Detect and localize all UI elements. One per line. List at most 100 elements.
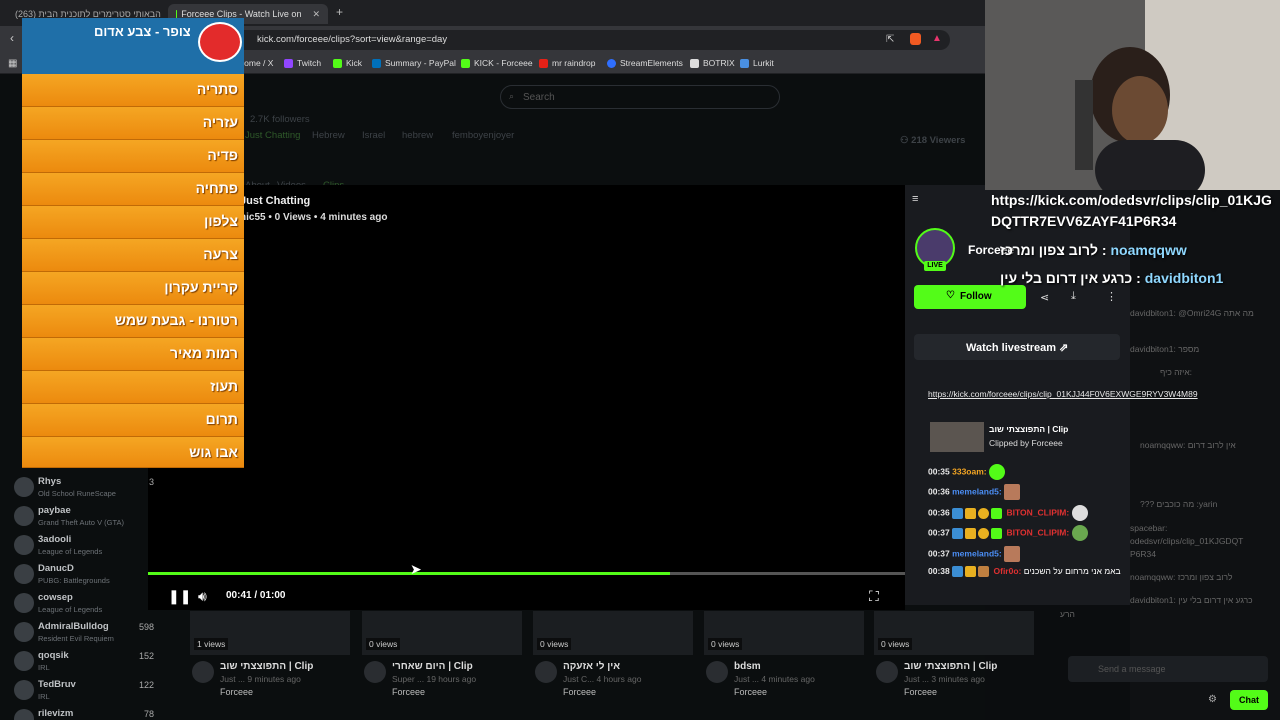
clip-title[interactable]: התפוצצתי שוב | Clip	[220, 661, 313, 672]
clip-card[interactable]: 0 views bdsm Just ... 4 minutes ago Forceee	[704, 611, 869, 701]
share-icon[interactable]: ⋖	[1040, 291, 1049, 304]
streamer-webcam-figure	[1075, 47, 1205, 190]
bookmark[interactable]: Lurkit	[740, 58, 774, 68]
clip-preview-title[interactable]: התפוצצתי שוב | Clip	[989, 424, 1068, 434]
tag[interactable]: Just Chatting	[245, 130, 300, 141]
message-user[interactable]: Ofir0o:	[994, 566, 1022, 576]
channel-game: Old School RuneScape	[38, 489, 116, 498]
overlay-message-text: כרגע אין דרום בלי עין :	[1000, 270, 1141, 286]
tag[interactable]: Israel	[362, 130, 385, 141]
bookmark[interactable]: StreamElements	[607, 58, 683, 68]
chat-message: davidbiton1: מספר	[1130, 344, 1200, 354]
clip-preview-thumbnail[interactable]	[930, 422, 984, 452]
sidebar-channel[interactable]: TedBruv IRL 122	[14, 676, 154, 706]
alert-city-row: צלפון	[22, 206, 244, 239]
rewards-icon[interactable]: ▲	[932, 33, 942, 44]
message-user[interactable]: 333oam:	[952, 466, 987, 476]
botrix-icon	[690, 58, 699, 68]
bookmark-label: Kick	[346, 58, 363, 68]
avatar	[14, 506, 34, 526]
tag[interactable]: femboyenjoyer	[452, 130, 514, 141]
url-input[interactable]: kick.com/forceee/clips?sort=view&range=d…	[232, 30, 950, 50]
kick-icon	[333, 58, 342, 68]
kick-icon	[461, 58, 470, 68]
bookmark[interactable]: BOTRIX	[690, 58, 735, 68]
screen: { "browser": { "tabs": [ {"label": "(263…	[0, 0, 1280, 720]
sidebar-channel[interactable]: AdmiralBulldog Resident Evil Requiem 598	[14, 618, 154, 648]
close-tab-icon[interactable]: ✕	[312, 9, 320, 20]
tag[interactable]: Hebrew	[312, 130, 345, 141]
video-progress-bar[interactable]	[148, 572, 905, 575]
clip-card[interactable]: 0 views התפוצצתי שוב | Clip Just ... 3 min…	[874, 611, 1039, 701]
search-icon: ⌕	[509, 91, 515, 101]
twitch-icon	[284, 58, 293, 68]
sidebar-channel[interactable]: cowsep League of Legends	[14, 589, 154, 619]
clip-author[interactable]: Forceee	[563, 687, 596, 697]
send-message-input[interactable]: Send a message	[1068, 656, 1268, 682]
channel-name: qoqsik	[38, 650, 69, 661]
menu-icon[interactable]: ≡	[912, 193, 918, 205]
sidebar-channel[interactable]: Rhys Old School RuneScape 3	[14, 473, 154, 503]
sidebar-channel[interactable]: DanucD PUBG: Battlegrounds	[14, 560, 154, 590]
share-icon[interactable]: ⇱	[886, 34, 894, 45]
chat-message: davidbiton1: כרגע אין דרום בלי עין	[1130, 595, 1253, 605]
sidebar-channel[interactable]: qoqsik IRL 152	[14, 647, 154, 677]
bookmark[interactable]: Twitch	[284, 58, 321, 68]
clip-title[interactable]: אין לי אזעקה	[563, 661, 620, 672]
clip-card[interactable]: 0 views היום שאחרי | Clip Super ... 19 hou…	[362, 611, 527, 701]
sidebar-channel[interactable]: 3adooli League of Legends	[14, 531, 154, 561]
chat-send-button[interactable]: Chat	[1230, 690, 1268, 710]
channel-game: Grand Theft Auto V (GTA)	[38, 518, 125, 527]
download-icon[interactable]: ⤓	[1071, 290, 1076, 303]
brave-icon[interactable]	[910, 33, 921, 45]
alert-city: רטורנו - גבעת שמש	[114, 312, 238, 328]
more-icon[interactable]: ⋮	[1106, 290, 1117, 303]
back-icon[interactable]: ‹	[10, 31, 14, 45]
channel-game: Resident Evil Requiem	[38, 634, 114, 643]
sidebar-channel[interactable]: rilevizm 78	[14, 705, 154, 720]
search-input[interactable]: ⌕ Search	[500, 85, 780, 109]
volume-icon[interactable]: 🔊︎	[198, 588, 207, 605]
clip-title[interactable]: היום שאחרי | Clip	[392, 661, 473, 672]
chat-message: ??? מה כוכבים :yarin	[1140, 499, 1218, 509]
clip-title[interactable]: התפוצצתי שוב | Clip	[904, 661, 997, 672]
clip-title[interactable]: bdsm	[734, 661, 761, 672]
clip-card[interactable]: 0 views אין לי אזעקה Just C... 4 hours ago…	[533, 611, 698, 701]
overlay-message-text: לרוב צפון ומרכז :	[1000, 242, 1107, 258]
alert-city: קריית עקרון	[164, 279, 238, 295]
alert-city: צרעה	[203, 246, 238, 262]
fullscreen-icon[interactable]: ⛶	[869, 588, 879, 605]
alert-title: צופר - צבע אדום	[94, 24, 191, 39]
bookmark[interactable]: Kick	[333, 58, 362, 68]
message-user[interactable]: BITON_CLIPIM:	[1007, 507, 1070, 517]
apps-icon[interactable]: ▦	[8, 58, 17, 69]
bookmark[interactable]: mr raindrop	[539, 58, 595, 68]
clip-author[interactable]: Forceee	[392, 687, 425, 697]
streamelements-icon	[607, 58, 616, 68]
red-alert-overlay: צופר - צבע אדום סתריה עזריה פדיה פתחיה צ…	[22, 18, 244, 468]
watch-livestream-button[interactable]: Watch livestream ⇗	[914, 334, 1120, 360]
clip-card[interactable]: 1 views התפוצצתי שוב | Clip Just ... 9 min…	[190, 611, 355, 701]
video-player[interactable]	[148, 185, 905, 610]
bookmark-label: StreamElements	[620, 58, 683, 68]
clip-author[interactable]: Forceee	[904, 687, 937, 697]
message-user[interactable]: memeland5:	[952, 486, 1002, 496]
sidebar-channel[interactable]: paybae Grand Theft Auto V (GTA)	[14, 502, 154, 532]
emote-icon	[1071, 525, 1088, 541]
chat-clip-link[interactable]: https://kick.com/forceee/clips/clip_01KJ…	[928, 388, 1198, 401]
pause-icon[interactable]: ❚❚	[168, 588, 191, 605]
follow-button[interactable]: ♡ Follow	[914, 285, 1026, 309]
chat-message: 00:37 memeland5:	[928, 546, 1021, 562]
clip-author[interactable]: Forceee	[734, 687, 767, 697]
bookmark[interactable]: Summary - PayPal	[372, 58, 456, 68]
message-user[interactable]: BITON_CLIPIM:	[1007, 527, 1070, 537]
avatar	[706, 661, 728, 683]
bookmark[interactable]: KICK - Forceee	[461, 58, 533, 68]
message-user[interactable]: memeland5:	[952, 548, 1002, 558]
new-tab-icon[interactable]: +	[336, 5, 343, 19]
clip-views: 0 views	[537, 638, 572, 650]
clip-author[interactable]: Forceee	[220, 687, 253, 697]
tag[interactable]: hebrew	[402, 130, 433, 141]
viewers-text: 218 Viewers	[911, 135, 966, 146]
settings-icon[interactable]: ⚙	[1208, 694, 1217, 705]
